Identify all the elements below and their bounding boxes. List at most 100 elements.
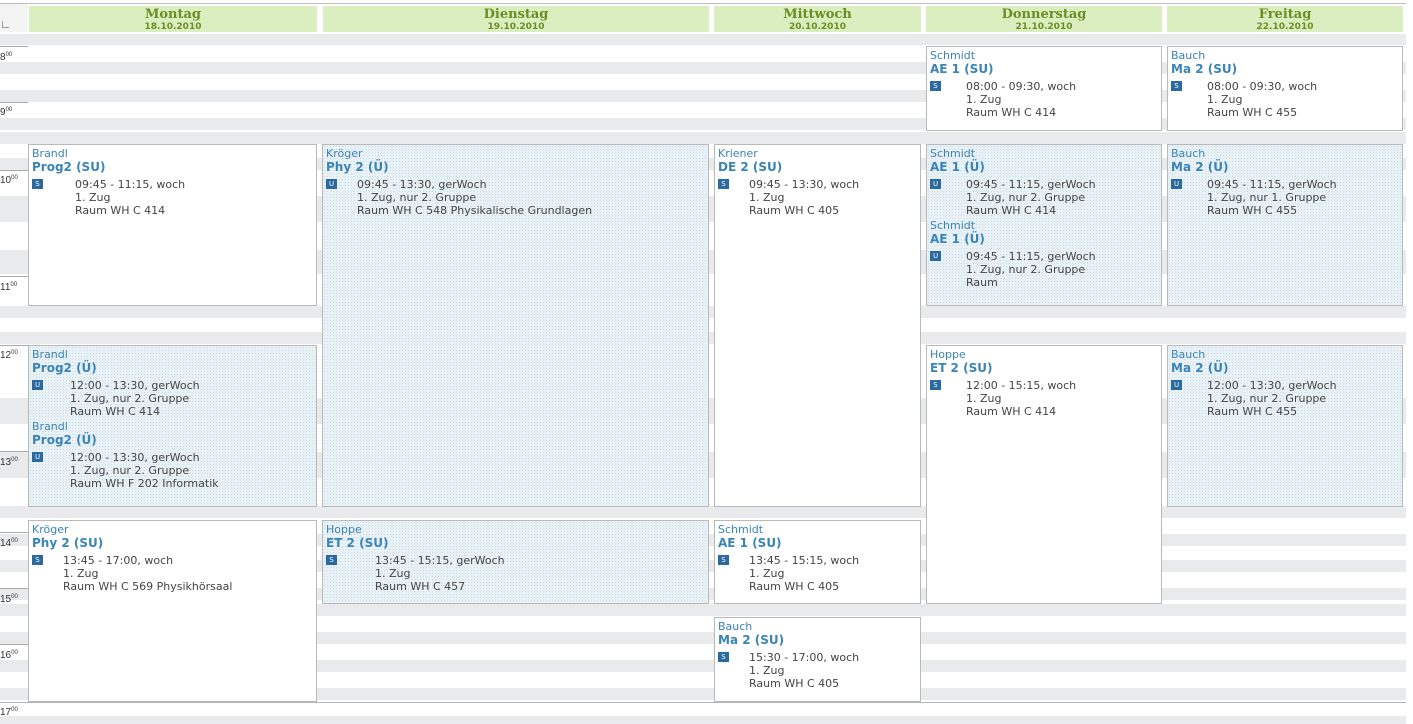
- event-group: 1. Zug, nur 2. Gruppe: [1207, 392, 1327, 405]
- day-header-dienstag[interactable]: Dienstag 19.10.2010: [323, 6, 709, 32]
- subject-title[interactable]: Prog2 (Ü): [32, 433, 313, 448]
- day-date: 19.10.2010: [487, 22, 545, 32]
- subject-title[interactable]: AE 1 (SU): [718, 536, 917, 551]
- event-time: 12:00 - 13:30, gerWoch: [70, 379, 200, 392]
- event-entry[interactable]: Bauch Ma 2 (Ü) U 12:00 - 13:30, gerWoch 1. Z…: [1171, 348, 1399, 418]
- hour-line: [0, 102, 28, 103]
- event-card[interactable]: Kröger Phy 2 (SU) S 13:45 - 17:00, woch 1. Z…: [28, 520, 317, 702]
- event-card[interactable]: Kriener DE 2 (SU) S 09:45 - 13:30, woch 1. Z…: [714, 144, 921, 507]
- subject-title[interactable]: Prog2 (Ü): [32, 361, 313, 376]
- event-room: Raum WH C 455: [1207, 106, 1298, 119]
- event-card[interactable]: Schmidt AE 1 (SU) S 08:00 - 09:30, woch 1. Z…: [926, 46, 1162, 131]
- event-entry[interactable]: Schmidt AE 1 (SU) S 08:00 - 09:30, woch 1. Z…: [930, 49, 1158, 119]
- hour-line: [0, 451, 28, 452]
- event-group: 1. Zug, nur 2. Gruppe: [357, 191, 477, 204]
- lesson-type-icon: S: [718, 555, 729, 565]
- day-name: Donnerstag: [1001, 7, 1087, 22]
- hour-label: 1100: [0, 282, 18, 293]
- event-details: S 08:00 - 09:30, woch 1. Zug Raum WH C 414: [930, 80, 1158, 119]
- event-card[interactable]: Hoppe ET 2 (SU) S 13:45 - 15:15, gerWoch 1. …: [322, 520, 709, 604]
- event-details: U 09:45 - 13:30, gerWoch 1. Zug, nur 2. Gr…: [326, 178, 705, 217]
- grid-bottom-line: [0, 702, 1406, 703]
- grid-stripe: [0, 132, 1406, 144]
- grid-stripe: [0, 716, 1406, 724]
- subject-title[interactable]: DE 2 (SU): [718, 160, 917, 175]
- lesson-type-icon: U: [930, 251, 941, 261]
- event-entry[interactable]: Kröger Phy 2 (SU) S 13:45 - 17:00, woch 1. Z…: [32, 523, 313, 593]
- subject-title[interactable]: Phy 2 (Ü): [326, 160, 705, 175]
- event-group: 1. Zug, nur 1. Gruppe: [1207, 191, 1327, 204]
- event-room: Raum WH C 414: [966, 106, 1057, 119]
- event-time: 09:45 - 11:15, woch: [75, 178, 186, 191]
- event-entry[interactable]: Kriener DE 2 (SU) S 09:45 - 13:30, woch 1. Z…: [718, 147, 917, 217]
- event-card[interactable]: Bauch Ma 2 (Ü) U 09:45 - 11:15, gerWoch 1. Z…: [1167, 144, 1403, 306]
- event-card[interactable]: Schmidt AE 1 (SU) S 13:45 - 15:15, woch 1. Z…: [714, 520, 921, 604]
- event-room: Raum WH C 457: [375, 580, 466, 593]
- subject-title[interactable]: Ma 2 (Ü): [1171, 361, 1399, 376]
- event-entry[interactable]: Kröger Phy 2 (Ü) U 09:45 - 13:30, gerWoch 1.…: [326, 147, 705, 217]
- event-entry[interactable]: Hoppe ET 2 (SU) S 12:00 - 15:15, woch 1. Zug…: [930, 348, 1158, 418]
- day-header-mittwoch[interactable]: Mittwoch 20.10.2010: [714, 6, 921, 32]
- subject-title[interactable]: ET 2 (SU): [326, 536, 705, 551]
- subject-title[interactable]: AE 1 (SU): [930, 62, 1158, 77]
- event-room: Raum WH C 414: [966, 405, 1057, 418]
- event-room: Raum WH F 202 Informatik: [70, 477, 219, 490]
- subject-title[interactable]: AE 1 (Ü): [930, 232, 1158, 247]
- grid-stripe: [0, 506, 1406, 518]
- day-header-donnerstag[interactable]: Donnerstag 21.10.2010: [926, 6, 1162, 32]
- teacher-name: Bauch: [1171, 49, 1206, 62]
- event-entry[interactable]: Schmidt AE 1 (Ü) U 09:45 - 11:15, gerWoch 1.…: [930, 219, 1158, 289]
- event-card[interactable]: Schmidt AE 1 (Ü) U 09:45 - 11:15, gerWoch 1.…: [926, 144, 1162, 306]
- event-room: Raum WH C 414: [70, 405, 161, 418]
- lesson-type-icon: S: [930, 81, 941, 91]
- teacher-name: Schmidt: [930, 147, 976, 160]
- day-header-montag[interactable]: Montag 18.10.2010: [29, 6, 317, 32]
- event-entry[interactable]: Bauch Ma 2 (SU) S 15:30 - 17:00, woch 1. Zug…: [718, 620, 917, 690]
- event-card[interactable]: Hoppe ET 2 (SU) S 12:00 - 15:15, woch 1. Zug…: [926, 345, 1162, 604]
- lesson-type-icon: S: [326, 555, 337, 565]
- subject-title[interactable]: ET 2 (SU): [930, 361, 1158, 376]
- teacher-name: Kriener: [718, 147, 758, 160]
- lesson-type-icon: S: [718, 652, 729, 662]
- event-details: S 13:45 - 15:15, gerWoch 1. Zug Raum WH C 4…: [326, 554, 705, 593]
- event-card[interactable]: Bauch Ma 2 (SU) S 15:30 - 17:00, woch 1. Zug…: [714, 617, 921, 702]
- event-entry[interactable]: Schmidt AE 1 (SU) S 13:45 - 15:15, woch 1. Z…: [718, 523, 917, 593]
- subject-title[interactable]: AE 1 (Ü): [930, 160, 1158, 175]
- teacher-name: Bauch: [1171, 147, 1206, 160]
- event-entry[interactable]: Hoppe ET 2 (SU) S 13:45 - 15:15, gerWoch 1. …: [326, 523, 705, 593]
- teacher-name: Kröger: [326, 147, 363, 160]
- lesson-type-icon: S: [32, 179, 43, 189]
- hour-label: 1500: [0, 594, 18, 605]
- event-entry[interactable]: Brandl Prog2 (Ü) U 12:00 - 13:30, gerWoch 1.…: [32, 420, 313, 490]
- hour-line: [0, 644, 28, 645]
- event-card[interactable]: Kröger Phy 2 (Ü) U 09:45 - 13:30, gerWoch 1.…: [322, 144, 709, 507]
- day-header-freitag[interactable]: Freitag 22.10.2010: [1167, 6, 1403, 32]
- event-group: 1. Zug: [966, 392, 1002, 405]
- event-room: Raum WH C 414: [75, 204, 166, 217]
- event-entry[interactable]: Brandl Prog2 (Ü) U 12:00 - 13:30, gerWoch 1.…: [32, 348, 313, 418]
- event-card[interactable]: Brandl Prog2 (SU) S 09:45 - 11:15, woch 1. Z…: [28, 144, 317, 306]
- event-entry[interactable]: Schmidt AE 1 (Ü) U 09:45 - 11:15, gerWoch 1.…: [930, 147, 1158, 217]
- event-details: S 13:45 - 15:15, woch 1. Zug Raum WH C 405: [718, 554, 917, 593]
- subject-title[interactable]: Ma 2 (SU): [1171, 62, 1399, 77]
- event-details: S 15:30 - 17:00, woch 1. Zug Raum WH C 405: [718, 651, 917, 690]
- event-entry[interactable]: Bauch Ma 2 (Ü) U 09:45 - 11:15, gerWoch 1. Z…: [1171, 147, 1399, 217]
- subject-title[interactable]: Prog2 (SU): [32, 160, 313, 175]
- teacher-name: Brandl: [32, 147, 68, 160]
- teacher-name: Hoppe: [326, 523, 362, 536]
- teacher-name: Brandl: [32, 420, 68, 433]
- event-time: 08:00 - 09:30, woch: [1207, 80, 1318, 93]
- lesson-type-icon: S: [32, 555, 43, 565]
- event-card[interactable]: Bauch Ma 2 (Ü) U 12:00 - 13:30, gerWoch 1. Z…: [1167, 345, 1403, 507]
- event-details: U 09:45 - 11:15, gerWoch 1. Zug, nur 2. Gr…: [930, 178, 1158, 217]
- event-card[interactable]: Brandl Prog2 (Ü) U 12:00 - 13:30, gerWoch 1.…: [28, 345, 317, 507]
- event-details: S 09:45 - 11:15, woch 1. Zug Raum WH C 414: [32, 178, 313, 217]
- event-card[interactable]: Bauch Ma 2 (SU) S 08:00 - 09:30, woch 1. Zug…: [1167, 46, 1403, 131]
- subject-title[interactable]: Ma 2 (Ü): [1171, 160, 1399, 175]
- event-group: 1. Zug: [75, 191, 111, 204]
- event-room: Raum WH C 569 Physikhörsaal: [63, 580, 233, 593]
- subject-title[interactable]: Ma 2 (SU): [718, 633, 917, 648]
- event-entry[interactable]: Brandl Prog2 (SU) S 09:45 - 11:15, woch 1. Z…: [32, 147, 313, 217]
- subject-title[interactable]: Phy 2 (SU): [32, 536, 313, 551]
- event-entry[interactable]: Bauch Ma 2 (SU) S 08:00 - 09:30, woch 1. Zug…: [1171, 49, 1399, 119]
